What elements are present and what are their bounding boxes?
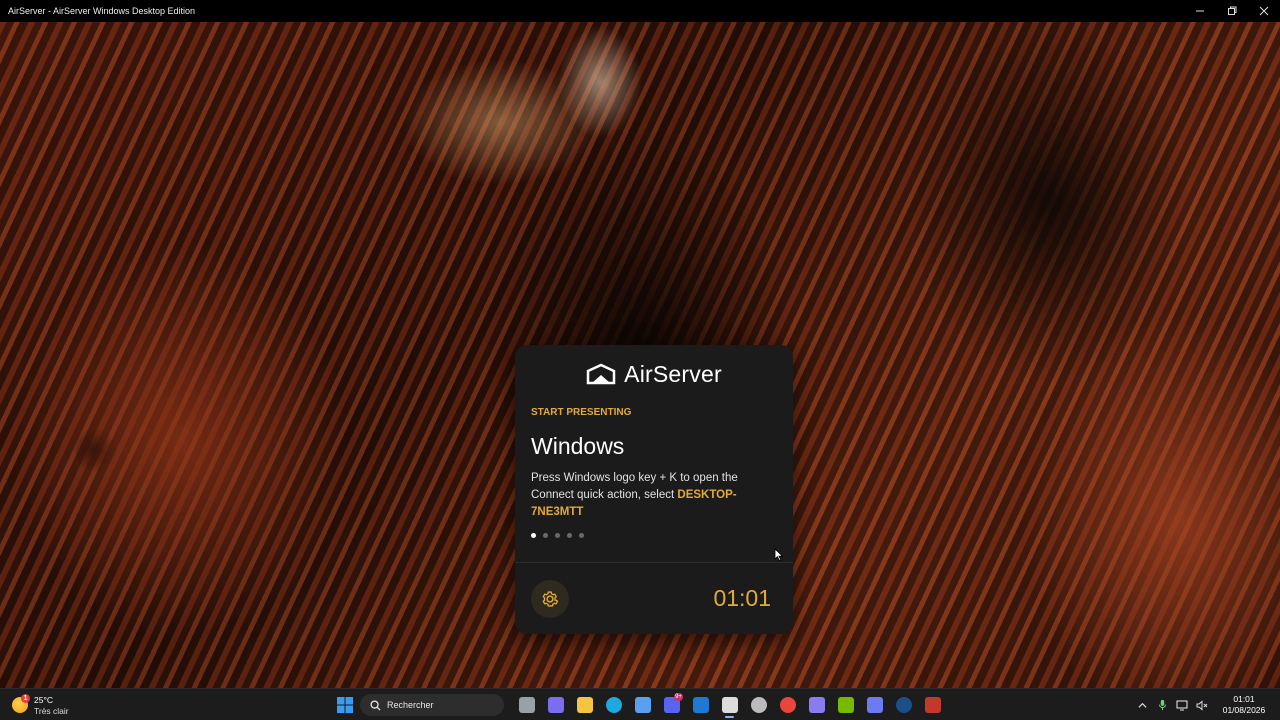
weather-condition: Très clair [34,706,69,716]
pagination-dot[interactable] [567,533,572,538]
restore-button[interactable] [1216,0,1248,22]
nvidia-app-icon [837,697,854,713]
gear-icon [542,591,559,607]
mouse-cursor-icon [774,548,784,562]
window-controls [1184,0,1280,22]
copilot-icon [547,697,564,713]
restore-icon [1228,6,1237,15]
game-controller-icon [808,697,825,713]
taskbar-app-task-view[interactable] [512,692,541,718]
chevron-up-icon [1137,702,1147,708]
taskbar-clock[interactable]: 01:01 01/08/2026 [1216,694,1272,716]
close-icon [1259,6,1269,16]
taskbar-app-file-explorer[interactable] [570,692,599,718]
microphone-button[interactable] [1152,692,1172,718]
pagination-dot[interactable] [543,533,548,538]
settings-button[interactable] [531,580,569,618]
notification-badge: 9+ [674,693,683,701]
taskbar-app-outlook[interactable] [686,692,715,718]
windows-logo-icon [337,697,353,713]
start-presenting-label: START PRESENTING [531,407,632,418]
taskbar-center: Rechercher 9+ [334,692,947,718]
taskbar-app-mixer-app[interactable] [918,692,947,718]
clock-time: 01:01 [1233,694,1255,704]
taskbar-app-microsoft-store[interactable] [628,692,657,718]
airserver-logo: AirServer [515,359,793,389]
pagination-dot[interactable] [579,533,584,538]
close-button[interactable] [1248,0,1280,22]
airserver-card: AirServer START PRESENTING Windows Press… [515,345,793,634]
pinned-apps: 9+ [512,692,947,718]
taskbar-app-discord[interactable]: 9+ [657,692,686,718]
weather-badge: 1 [21,694,30,703]
taskbar: 1 25°C Très clair Rechercher 9+ 01:01 01… [0,688,1280,720]
minimize-button[interactable] [1184,0,1216,22]
file-explorer-icon [576,697,593,713]
edge-icon [605,697,622,713]
pagination-dots [531,533,584,538]
volume-button[interactable] [1192,692,1212,718]
taskbar-app-airserver[interactable] [715,692,744,718]
chrome-icon [779,697,796,713]
search-icon [370,699,381,711]
steam-icon [895,697,912,713]
discord-2-icon [866,697,883,713]
network-button[interactable] [1172,692,1192,718]
taskbar-app-recording-app[interactable] [744,692,773,718]
taskbar-app-edge[interactable] [599,692,628,718]
taskbar-search[interactable]: Rechercher [360,694,504,716]
system-tray: 01:01 01/08/2026 [1132,692,1280,718]
window-titlebar: AirServer - AirServer Windows Desktop Ed… [0,0,1280,22]
taskbar-app-copilot[interactable] [541,692,570,718]
taskbar-app-discord-2[interactable] [860,692,889,718]
minimize-icon [1196,10,1204,12]
pagination-dot[interactable] [531,533,536,538]
logo-text: AirServer [624,360,722,387]
recording-app-icon [750,697,767,713]
mixer-app-icon [924,697,941,713]
pagination-dot[interactable] [555,533,560,538]
card-clock: 01:01 [713,585,771,611]
taskbar-app-game-controller[interactable] [802,692,831,718]
airserver-icon [721,697,738,713]
microsoft-store-icon [634,697,651,713]
weather-temperature: 25°C [34,695,53,705]
taskbar-app-steam[interactable] [889,692,918,718]
window-title: AirServer - AirServer Windows Desktop Ed… [8,6,196,16]
taskbar-app-nvidia-app[interactable] [831,692,860,718]
network-icon [1176,699,1188,711]
weather-widget[interactable]: 1 25°C Très clair [12,692,82,718]
platform-heading: Windows [531,433,625,459]
task-view-icon [518,697,535,713]
start-button[interactable] [334,692,356,718]
airserver-logo-icon [586,363,616,385]
taskbar-app-chrome[interactable] [773,692,802,718]
tray-overflow-button[interactable] [1132,692,1152,718]
instructions-text: Press Windows logo key + K to open the C… [531,470,781,521]
search-placeholder: Rechercher [387,700,434,710]
volume-muted-icon [1196,699,1208,711]
clock-date: 01/08/2026 [1222,705,1266,715]
microphone-icon [1158,699,1166,711]
card-divider [515,562,793,563]
outlook-icon [692,697,709,713]
